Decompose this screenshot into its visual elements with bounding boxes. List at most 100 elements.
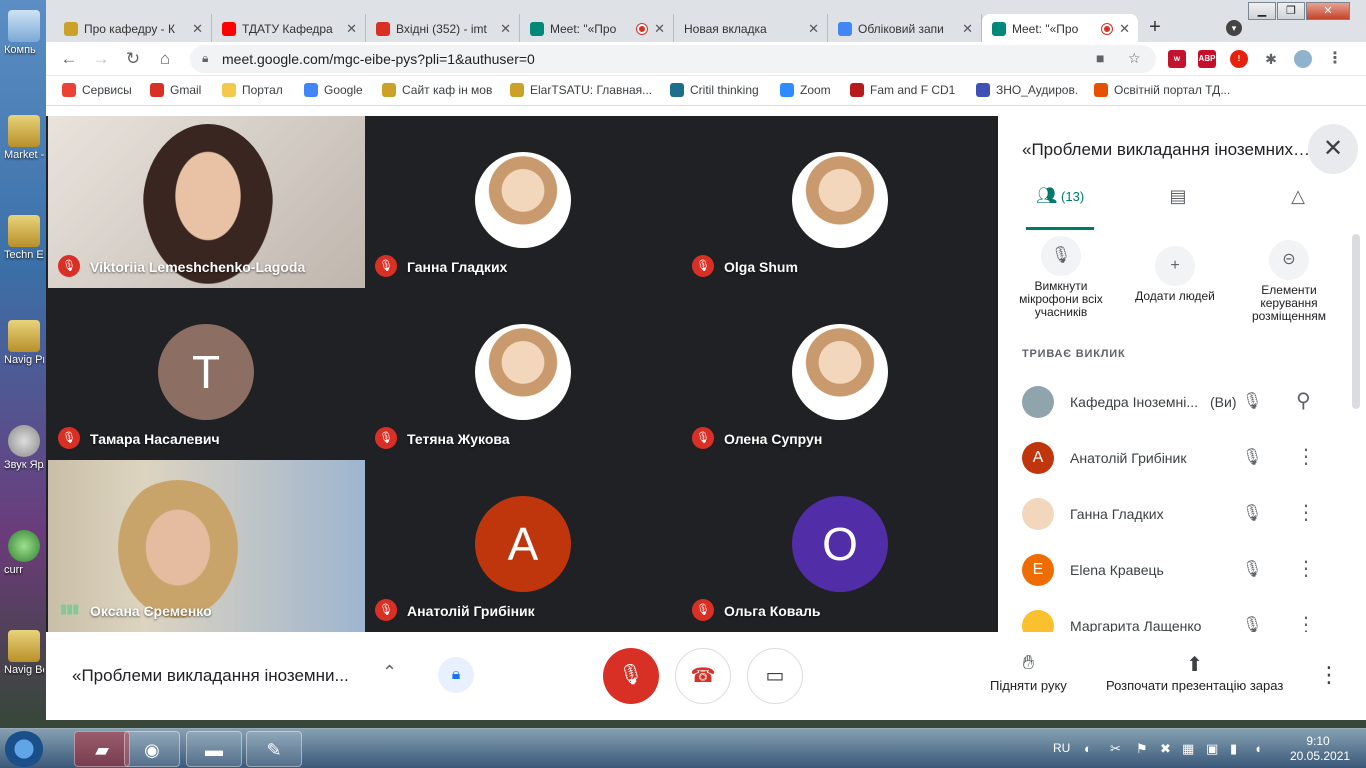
participant-tile[interactable]: A 🎙︎ Анатолій Грибіник <box>365 460 682 632</box>
camera-indicator-icon[interactable]: ■ <box>1096 50 1104 66</box>
close-tab-icon[interactable]: ✕ <box>192 21 203 37</box>
lock-icon[interactable]: 🔒︎ <box>202 51 208 66</box>
close-window-button[interactable]: ✕ <box>1306 2 1350 20</box>
desktop-icon-techn[interactable]: Techn Engl <box>4 215 44 262</box>
close-tab-icon[interactable]: ✕ <box>654 21 665 37</box>
tab-meet-active[interactable]: Meet: "«Про ✕ <box>982 14 1138 44</box>
bookmark-fam[interactable]: Fam and F CD1 <box>850 83 955 97</box>
bookmark-critical-thinking[interactable]: Critil thinking <box>670 83 759 97</box>
tray-security-icon[interactable]: ✖ <box>1160 741 1171 757</box>
tray-battery-icon[interactable]: ▮ <box>1230 741 1237 757</box>
tab-google-account[interactable]: Обліковий запи ✕ <box>828 14 982 44</box>
participant-tile[interactable]: 🎙︎ Тетяна Жукова <box>365 288 682 460</box>
taskbar-app-reader[interactable]: ▰ <box>74 731 130 767</box>
raise-hand-button[interactable]: ✋︎ Підняти руку <box>990 652 1067 693</box>
desktop-icon-sound[interactable]: Звук Ярл <box>4 425 44 472</box>
mute-all-button[interactable]: 🎙︎ Вимкнути мікрофони всіх учасників <box>1006 236 1116 319</box>
bookmark-elar[interactable]: ElarTSATU: Главная... <box>510 83 652 97</box>
camera-toggle-button[interactable]: ▭ <box>747 648 803 704</box>
more-options-icon[interactable]: ⋮ <box>1296 444 1316 469</box>
mic-toggle-button[interactable]: 🎙︎ <box>603 648 659 704</box>
extension-app-icon[interactable]: w <box>1168 50 1186 68</box>
bookmark-gmail[interactable]: Gmail <box>150 83 201 97</box>
participant-tile[interactable]: 🎙︎ Olga Shum <box>682 116 999 288</box>
mic-off-icon[interactable]: 🎙︎ <box>1242 503 1262 523</box>
more-options-icon[interactable]: ⋮ <box>1296 500 1316 525</box>
tab-search-icon[interactable]: ▾ <box>1226 20 1242 36</box>
tray-app-icon[interactable]: ◐ <box>1084 741 1092 756</box>
mic-off-icon[interactable]: 🎙︎ <box>1242 447 1262 467</box>
bookmark-kaf-site[interactable]: Сайт каф ін мов <box>382 83 492 97</box>
system-clock[interactable]: 9:10 20.05.2021 <box>1290 734 1350 764</box>
back-icon[interactable]: ← <box>58 48 80 70</box>
tab-people[interactable]: 👥︎ (13) <box>1026 186 1094 230</box>
new-tab-button[interactable]: + <box>1143 16 1167 40</box>
tab-youtube[interactable]: ТДАТУ Кафедра ✕ <box>212 14 366 44</box>
desktop-icon-navig-begin[interactable]: Navig Begin <box>4 630 44 677</box>
close-tab-icon[interactable]: ✕ <box>500 21 511 37</box>
home-icon[interactable]: ⌂ <box>154 48 176 70</box>
more-options-icon[interactable]: ⋮ <box>1318 662 1340 688</box>
desktop-icon-market[interactable]: Market - Ярл <box>4 115 44 162</box>
bookmark-google[interactable]: Google <box>304 83 363 97</box>
bookmark-services[interactable]: Сервисы <box>62 83 132 97</box>
tray-volume-icon[interactable]: ◖ <box>1254 741 1262 756</box>
puzzle-icon[interactable]: ✱ <box>1262 50 1280 68</box>
tray-tools-icon[interactable]: ✂ <box>1110 741 1121 757</box>
taskbar-app-explorer[interactable]: ▬ <box>186 731 242 767</box>
participant-tile[interactable]: 🎙︎ Ганна Гладких <box>365 116 682 288</box>
tab-pro-kafedru[interactable]: Про кафедру - К ✕ <box>54 14 212 44</box>
reload-icon[interactable]: ↻ <box>122 48 144 70</box>
start-button[interactable] <box>4 731 44 767</box>
profile-avatar[interactable] <box>1294 50 1312 68</box>
close-panel-button[interactable]: ✕ <box>1308 124 1358 174</box>
taskbar-app-notes[interactable]: ✎ <box>246 731 302 767</box>
bookmark-star-icon[interactable]: ☆ <box>1128 50 1141 67</box>
participant-row[interactable]: Кафедра Іноземні... (Ви) 🎙︎ ⚲ <box>1022 374 1342 430</box>
close-tab-icon[interactable]: ✕ <box>346 21 357 37</box>
tab-gmail[interactable]: Вхідні (352) - imt ✕ <box>366 14 520 44</box>
forward-icon[interactable]: → <box>90 48 112 70</box>
mic-off-icon[interactable]: 🎙︎ <box>1242 559 1262 579</box>
participant-tile[interactable]: O 🎙︎ Ольга Коваль <box>682 460 999 632</box>
tray-network-icon[interactable]: ▦ <box>1182 741 1194 757</box>
address-bar[interactable]: 🔒︎ meet.google.com/mgc-eibe-pys?pli=1&au… <box>190 45 1156 73</box>
chrome-menu-icon[interactable]: ⋮ <box>1326 50 1344 68</box>
language-indicator[interactable]: RU <box>1053 741 1070 755</box>
host-controls-button[interactable]: ⊝ Елементи керування розміщенням <box>1234 240 1344 323</box>
meeting-title[interactable]: «Проблеми викладання іноземни... <box>72 666 349 686</box>
participant-tile[interactable]: T 🎙︎ Тамара Насалевич <box>48 288 365 460</box>
tray-flag-icon[interactable]: ⚑ <box>1136 741 1148 757</box>
desktop-icon-curr[interactable]: curr <box>4 530 44 577</box>
participant-tile[interactable]: ▮▮▮ Оксана Єременко <box>48 460 365 632</box>
close-tab-icon[interactable]: ✕ <box>962 21 973 37</box>
taskbar-app-chrome[interactable]: ◉ <box>124 731 180 767</box>
url-text[interactable]: meet.google.com/mgc-eibe-pys?pli=1&authu… <box>222 51 535 67</box>
participant-tile[interactable]: 🎙︎ Viktoriia Lemeshchenko-Lagoda <box>48 116 365 288</box>
stop-extension-icon[interactable]: ! <box>1230 50 1248 68</box>
present-now-button[interactable]: ⬆ Розпочати презентацію зараз <box>1106 652 1283 693</box>
adblock-icon[interactable]: ABP <box>1198 50 1216 68</box>
participant-tile[interactable]: 🎙︎ Олена Супрун <box>682 288 999 460</box>
panel-scrollbar[interactable] <box>1352 234 1360 409</box>
more-options-icon[interactable]: ⋮ <box>1296 556 1316 581</box>
bookmark-osvitniy-portal[interactable]: Освітній портал ТД... <box>1094 83 1230 97</box>
tab-new[interactable]: Новая вкладка ✕ <box>674 14 828 44</box>
bookmark-portal[interactable]: Портал <box>222 83 283 97</box>
maximize-button[interactable]: ❐ <box>1277 2 1305 20</box>
bookmark-zno[interactable]: ЗНО_Аудиров. <box>976 83 1078 97</box>
add-people-button[interactable]: + Додати людей <box>1120 246 1230 303</box>
desktop-icon-navig-pre[interactable]: Navig Pre-Inte <box>4 320 44 367</box>
tab-meet-1[interactable]: Meet: "«Про ✕ <box>520 14 674 44</box>
tray-display-icon[interactable]: ▣ <box>1206 741 1218 757</box>
tab-activities[interactable]: △ <box>1278 186 1318 230</box>
participant-row[interactable]: E Elena Кравець 🎙︎ ⋮ <box>1022 542 1342 598</box>
desktop-icon-computer[interactable]: Компь <box>4 10 44 57</box>
mic-off-icon[interactable]: 🎙︎ <box>1242 391 1262 411</box>
host-controls-shield-icon[interactable]: 🔒︎ <box>438 657 474 693</box>
participant-row[interactable]: A Анатолій Грибіник 🎙︎ ⋮ <box>1022 430 1342 486</box>
bookmark-zoom[interactable]: Zoom <box>780 83 831 97</box>
participant-row[interactable]: Ганна Гладких 🎙︎ ⋮ <box>1022 486 1342 542</box>
leave-call-button[interactable]: ☎︎ <box>675 648 731 704</box>
chevron-up-icon[interactable]: ⌃ <box>382 662 397 683</box>
